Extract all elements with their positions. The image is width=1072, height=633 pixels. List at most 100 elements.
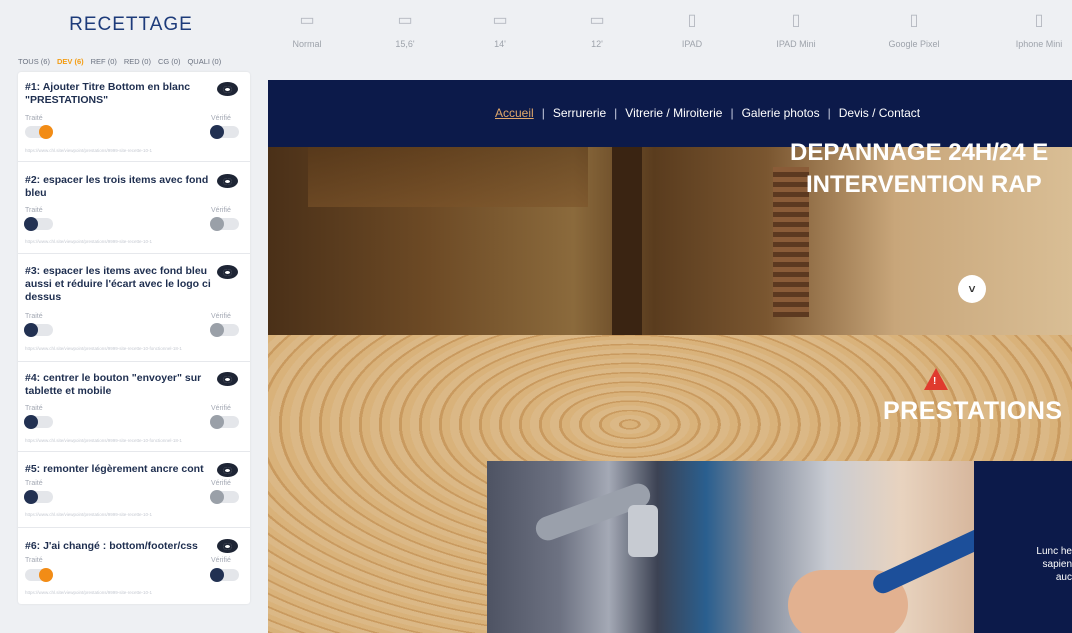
service-card: Lunc he sapien auc <box>974 461 1072 633</box>
filter-cg[interactable]: CG (0) <box>158 57 181 66</box>
nav-separator: | <box>730 106 734 120</box>
device-15-6[interactable]: ▭ 15,6' <box>360 12 450 52</box>
site-nav: Accueil | Serrurerie | Vitrerie / Miroit… <box>268 80 1072 147</box>
traite-label: Traité <box>25 207 43 214</box>
nav-menu: Accueil | Serrurerie | Vitrerie / Miroit… <box>495 106 920 120</box>
nav-accueil[interactable]: Accueil <box>495 106 534 120</box>
ticket-title: #6: J'ai changé : bottom/footer/css <box>25 540 198 552</box>
nav-devis[interactable]: Devis / Contact <box>839 106 920 120</box>
verifie-toggle[interactable] <box>210 323 239 337</box>
hero-subheading: INTERVENTION RAP <box>806 171 1042 198</box>
section-title: PRESTATIONS <box>883 397 1063 425</box>
verifie-toggle[interactable] <box>210 125 239 139</box>
phone-icon: ▯ <box>909 12 919 29</box>
hero-door-frame <box>612 147 642 335</box>
verifie-toggle[interactable] <box>210 415 239 429</box>
device-14[interactable]: ▭ 14' <box>455 12 545 52</box>
traite-label: Traité <box>25 405 43 412</box>
nav-separator: | <box>614 106 618 120</box>
filter-tabs: TOUS (6) DEV (6) REF (0) RED (0) CG (0) … <box>18 57 221 66</box>
recette-sidebar: RECETTAGE TOUS (6) DEV (6) REF (0) RED (… <box>0 0 262 633</box>
eye-icon[interactable] <box>217 372 238 386</box>
filter-red[interactable]: RED (0) <box>124 57 151 66</box>
verifie-label: Vérifié <box>211 115 231 122</box>
tablet-icon: ▯ <box>687 12 697 29</box>
ticket-card: #2: espacer les trois items avec fond bl… <box>18 162 250 254</box>
traite-toggle[interactable] <box>25 568 53 582</box>
warning-icon-mark: ! <box>933 376 937 387</box>
hero-door-image <box>308 147 588 207</box>
ticket-title: #2: espacer les trois items avec fond bl… <box>25 174 209 199</box>
ticket-card: #6: J'ai changé : bottom/footer/css Trai… <box>18 528 250 604</box>
tablet-icon: ▯ <box>791 12 801 29</box>
service-text: Lunc he sapien auc <box>974 545 1072 584</box>
eye-icon[interactable] <box>217 463 238 477</box>
eye-icon[interactable] <box>217 174 238 188</box>
site-preview: Accueil | Serrurerie | Vitrerie / Miroit… <box>268 80 1072 633</box>
ticket-title: #4: centrer le bouton "envoyer" sur tabl… <box>25 372 202 397</box>
nav-galerie[interactable]: Galerie photos <box>742 106 820 120</box>
ticket-url: https://www.chl.site/viewpoint/prestatio… <box>25 590 153 595</box>
verifie-toggle[interactable] <box>210 490 239 504</box>
phone-icon: ▯ <box>1034 12 1044 29</box>
desktop-icon: ▭ <box>299 12 315 29</box>
verifie-label: Vérifié <box>211 557 231 564</box>
app-root: RECETTAGE TOUS (6) DEV (6) REF (0) RED (… <box>0 0 1072 633</box>
eye-icon[interactable] <box>217 265 238 279</box>
filter-dev[interactable]: DEV (6) <box>57 57 84 66</box>
verifie-toggle[interactable] <box>210 568 239 582</box>
ticket-card: #5: remonter légèrement ancre cont Trait… <box>18 452 250 528</box>
device-google-pixel[interactable]: ▯ Google Pixel <box>869 12 959 52</box>
service-text-line: sapien <box>1042 559 1072 570</box>
hero-banner: DEPANNAGE 24H/24 E INTERVENTION RAP ˅ <box>268 139 1072 335</box>
lock-rosette-image <box>628 505 658 557</box>
device-selector: ▭ Normal ▭ 15,6' ▭ 14' ▭ 12' ▯ IPAD ▯ IPAD Min… <box>262 0 1072 70</box>
filter-quali[interactable]: QUALI (0) <box>187 57 221 66</box>
service-text-line: Lunc he <box>1036 546 1072 557</box>
nav-separator: | <box>541 106 545 120</box>
chevron-down-icon[interactable]: ˅ <box>958 275 986 303</box>
hero-blind-image <box>773 167 809 317</box>
traite-label: Traité <box>25 115 43 122</box>
ticket-title: #3: espacer les items avec fond bleu aus… <box>25 265 211 303</box>
traite-label: Traité <box>25 480 43 487</box>
nav-vitrerie[interactable]: Vitrerie / Miroiterie <box>625 106 722 120</box>
ticket-title: #5: remonter légèrement ancre cont <box>25 463 204 475</box>
device-ipad[interactable]: ▯ IPAD <box>647 12 737 52</box>
filter-ref[interactable]: REF (0) <box>91 57 117 66</box>
ticket-title: #1: Ajouter Titre Bottom en blanc "PREST… <box>25 81 191 106</box>
filter-tous[interactable]: TOUS (6) <box>18 57 50 66</box>
traite-toggle[interactable] <box>24 490 53 504</box>
verifie-label: Vérifié <box>211 207 231 214</box>
device-normal[interactable]: ▭ Normal <box>262 12 352 52</box>
traite-toggle[interactable] <box>24 323 53 337</box>
traite-label: Traité <box>25 313 43 320</box>
verifie-label: Vérifié <box>211 405 231 412</box>
device-ipad-mini[interactable]: ▯ IPAD Mini <box>751 12 841 52</box>
verifie-label: Vérifié <box>211 480 231 487</box>
eye-icon[interactable] <box>217 82 238 96</box>
nav-serrurerie[interactable]: Serrurerie <box>553 106 606 120</box>
eye-icon[interactable] <box>217 539 238 553</box>
traite-toggle[interactable] <box>25 125 53 139</box>
ticket-list: #1: Ajouter Titre Bottom en blanc "PREST… <box>18 72 250 604</box>
laptop-icon: ▭ <box>589 12 605 29</box>
verifie-toggle[interactable] <box>210 217 239 231</box>
ticket-url: https://www.chl.site/viewpoint/prestatio… <box>25 346 182 351</box>
nav-separator: | <box>827 106 831 120</box>
sidebar-title: RECETTAGE <box>69 14 193 35</box>
verifie-label: Vérifié <box>211 313 231 320</box>
ticket-card: #3: espacer les items avec fond bleu aus… <box>18 254 250 362</box>
service-text-line: auc <box>1055 572 1072 583</box>
ticket-url: https://www.chl.site/viewpoint/prestatio… <box>25 148 153 153</box>
ticket-url: https://www.chl.site/viewpoint/prestatio… <box>25 438 182 443</box>
ticket-card: #4: centrer le bouton "envoyer" sur tabl… <box>18 362 250 452</box>
device-12[interactable]: ▭ 12' <box>552 12 642 52</box>
ticket-card: #1: Ajouter Titre Bottom en blanc "PREST… <box>18 72 250 162</box>
device-iphone-mini[interactable]: ▯ Iphone Mini <box>994 12 1072 52</box>
ticket-url: https://www.chl.site/viewpoint/prestatio… <box>25 239 153 244</box>
traite-toggle[interactable] <box>24 415 53 429</box>
traite-label: Traité <box>25 557 43 564</box>
traite-toggle[interactable] <box>24 217 53 231</box>
ticket-url: https://www.chl.site/viewpoint/prestatio… <box>25 512 153 517</box>
